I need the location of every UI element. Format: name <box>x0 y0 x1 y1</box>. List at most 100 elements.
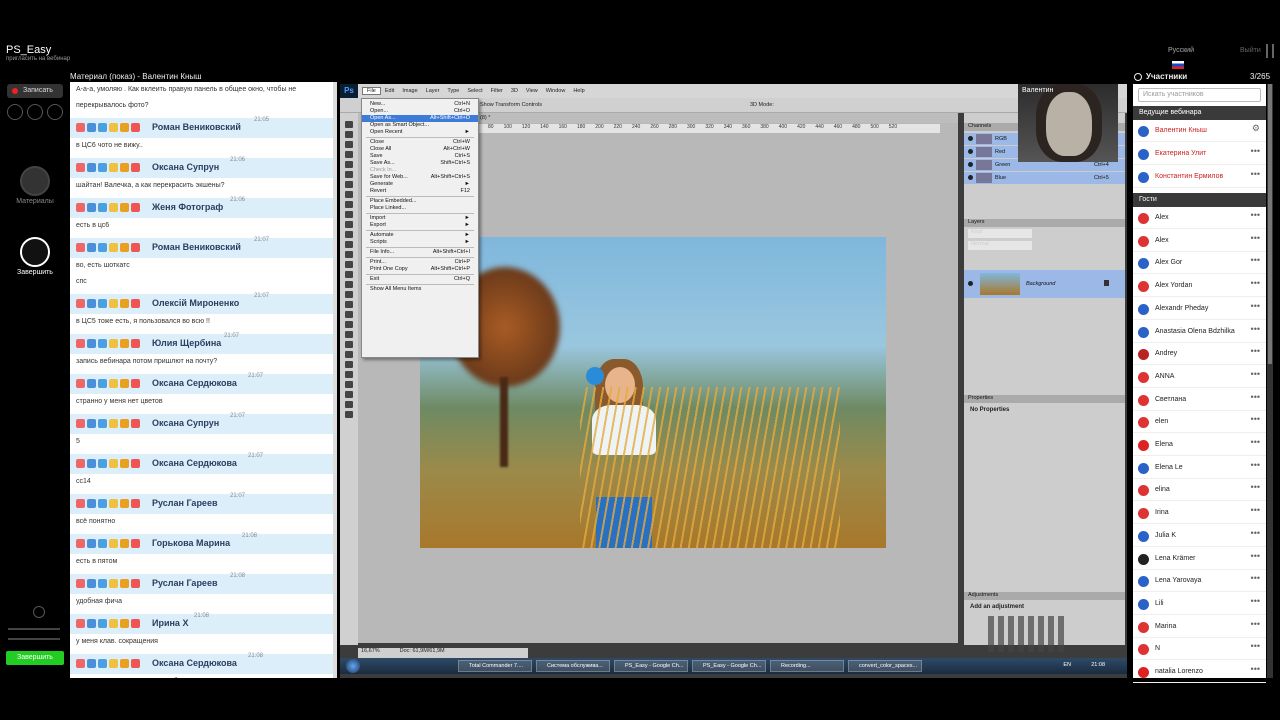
menu-item[interactable]: Show All Menu Items <box>362 286 478 293</box>
book-icon[interactable] <box>87 579 96 588</box>
stop-icon[interactable] <box>131 619 140 628</box>
participant-row[interactable]: natalia Lorenzo ••• <box>1133 661 1266 683</box>
participant-row[interactable]: Екатерина Улит ••• <box>1133 143 1266 165</box>
info-icon[interactable] <box>1134 73 1142 81</box>
close-icon[interactable] <box>76 299 85 308</box>
participant-row[interactable]: Marina ••• <box>1133 616 1266 638</box>
eye-icon[interactable] <box>968 162 973 167</box>
more-icon[interactable]: ••• <box>1251 551 1260 561</box>
book-icon[interactable] <box>87 499 96 508</box>
menu-item[interactable]: Open... Ctrl+O <box>362 108 478 115</box>
ps-tool-icon[interactable] <box>345 261 353 268</box>
more-icon[interactable]: ••• <box>1251 233 1260 243</box>
ps-menu-type[interactable]: Type <box>443 88 463 94</box>
participant-row[interactable]: Lena Yarovaya ••• <box>1133 570 1266 593</box>
ps-menu-image[interactable]: Image <box>398 88 421 94</box>
bell-icon[interactable] <box>109 659 118 668</box>
stop-icon[interactable] <box>131 123 140 132</box>
more-icon[interactable]: ••• <box>1251 414 1260 424</box>
ps-tool-icon[interactable] <box>345 251 353 258</box>
participant-row[interactable]: Lena Krämer ••• <box>1133 548 1266 570</box>
menu-item[interactable]: File Info... Alt+Shift+Ctrl+I <box>362 249 478 256</box>
ps-tool-icon[interactable] <box>345 381 353 388</box>
layer-background[interactable]: Background <box>964 270 1125 298</box>
chat-message-row[interactable]: Женя Фотограф 21:06 <box>70 197 335 218</box>
ps-tool-icon[interactable] <box>345 321 353 328</box>
warning-icon[interactable] <box>120 299 129 308</box>
ps-tool-icon[interactable] <box>345 371 353 378</box>
participant-row[interactable]: Alexandr Pheday ••• <box>1133 298 1266 320</box>
chat-icon[interactable] <box>98 379 107 388</box>
menu-item[interactable]: Place Embedded... <box>362 198 478 205</box>
layers-kind-filter[interactable]: Kind <box>968 229 1032 238</box>
chat-message-row[interactable]: Горькова Марина 21:08 <box>70 533 335 554</box>
warning-icon[interactable] <box>120 379 129 388</box>
ps-tool-icon[interactable] <box>345 351 353 358</box>
microphone-icon[interactable] <box>33 606 45 618</box>
adjustments-header[interactable]: Adjustments <box>964 592 1125 600</box>
settings-icon[interactable] <box>27 104 43 120</box>
ps-menu-view[interactable]: View <box>522 88 542 94</box>
close-icon[interactable] <box>76 203 85 212</box>
russia-flag-icon[interactable] <box>1172 61 1184 69</box>
ps-menu-3d[interactable]: 3D <box>507 88 522 94</box>
materials-icon[interactable] <box>20 166 50 196</box>
chat-icon[interactable] <box>98 659 107 668</box>
chat-message-row[interactable]: Олексій Мироненко 21:07 <box>70 293 335 314</box>
more-icon[interactable]: ••• <box>1251 482 1260 492</box>
menu-item[interactable]: Save for Web... Alt+Shift+Ctrl+S <box>362 174 478 181</box>
ps-tool-icon[interactable] <box>345 311 353 318</box>
participants-scroll-thumb[interactable] <box>1268 84 1272 364</box>
stop-icon[interactable] <box>131 299 140 308</box>
taskbar-lang[interactable]: EN <box>1063 662 1071 668</box>
more-icon[interactable]: ••• <box>1251 169 1260 179</box>
ps-tool-icon[interactable] <box>345 231 353 238</box>
warning-icon[interactable] <box>120 123 129 132</box>
close-icon[interactable] <box>76 123 85 132</box>
more-icon[interactable]: ••• <box>1251 437 1260 447</box>
more-icon[interactable]: ••• <box>1251 346 1260 356</box>
book-icon[interactable] <box>87 243 96 252</box>
chat-icon[interactable] <box>98 579 107 588</box>
more-icon[interactable]: ••• <box>1251 641 1260 651</box>
taskbar-item[interactable]: convert_color_spaces... <box>848 660 922 672</box>
close-icon[interactable] <box>76 339 85 348</box>
record-button[interactable]: Записать <box>7 84 63 98</box>
warning-icon[interactable] <box>120 163 129 172</box>
participant-row[interactable]: Lili ••• <box>1133 593 1266 615</box>
stop-icon[interactable] <box>131 579 140 588</box>
adjustment-icons[interactable] <box>988 616 1068 652</box>
more-icon[interactable]: ••• <box>1251 324 1260 334</box>
stop-icon[interactable] <box>131 419 140 428</box>
participant-row[interactable]: elen ••• <box>1133 411 1266 434</box>
close-icon[interactable] <box>76 163 85 172</box>
eye-icon[interactable] <box>968 281 973 286</box>
chat-icon[interactable] <box>98 339 107 348</box>
close-icon[interactable] <box>76 459 85 468</box>
fullscreen-icon[interactable] <box>1266 44 1274 58</box>
start-button-icon[interactable] <box>346 659 360 673</box>
more-icon[interactable]: ••• <box>1251 146 1260 156</box>
ps-tool-icon[interactable] <box>345 151 353 158</box>
participant-row[interactable]: Elena ••• <box>1133 434 1266 456</box>
close-icon[interactable] <box>76 243 85 252</box>
menu-item[interactable]: Close All Alt+Ctrl+W <box>362 146 478 153</box>
show-transform-controls[interactable]: Show Transform Controls <box>480 102 542 108</box>
menu-item[interactable]: Export ► <box>362 222 478 229</box>
more-icon[interactable]: ••• <box>1251 664 1260 674</box>
ps-tool-icon[interactable] <box>345 281 353 288</box>
participant-row[interactable]: N ••• <box>1133 638 1266 661</box>
bell-icon[interactable] <box>109 499 118 508</box>
ps-tool-icon[interactable] <box>345 301 353 308</box>
warning-icon[interactable] <box>120 619 129 628</box>
ps-tool-icon[interactable] <box>345 221 353 228</box>
bell-icon[interactable] <box>109 203 118 212</box>
stop-icon[interactable] <box>131 203 140 212</box>
more-icon[interactable]: ••• <box>1251 392 1260 402</box>
menu-item[interactable]: Save As... Shift+Ctrl+S <box>362 160 478 167</box>
warning-icon[interactable] <box>120 243 129 252</box>
taskbar-item[interactable]: PS_Easy - Google Ch... <box>614 660 688 672</box>
participant-row[interactable]: Alex ••• <box>1133 207 1266 229</box>
warning-icon[interactable] <box>120 579 129 588</box>
close-icon[interactable] <box>76 659 85 668</box>
